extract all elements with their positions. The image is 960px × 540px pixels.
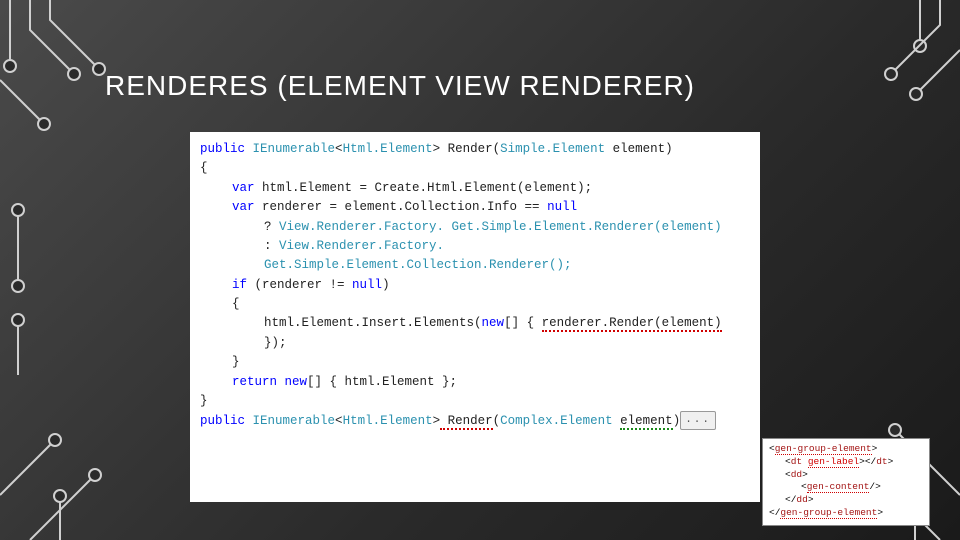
collapse-toggle[interactable]: ... bbox=[680, 411, 716, 430]
snippet-line: </gen-group-element> bbox=[769, 507, 923, 520]
circuit-decoration bbox=[840, 0, 960, 150]
slide-title: RENDERES (ELEMENT VIEW RENDERER) bbox=[105, 70, 695, 102]
code-line: html.Element.Insert.Elements(new[] { ren… bbox=[200, 314, 750, 353]
circuit-decoration bbox=[0, 200, 60, 380]
snippet-line: </dd> bbox=[769, 494, 923, 507]
code-line: public IEnumerable<Html.Element> Render(… bbox=[200, 411, 750, 431]
code-line: : View.Renderer.Factory. Get.Simple.Elem… bbox=[200, 237, 750, 276]
snippet-line: <dd> bbox=[769, 469, 923, 482]
code-line: ? View.Renderer.Factory. Get.Simple.Elem… bbox=[200, 218, 750, 237]
code-line: if (renderer != null) bbox=[200, 276, 750, 295]
code-line: } bbox=[200, 392, 750, 411]
circuit-decoration bbox=[0, 420, 140, 540]
snippet-line: <gen-group-element> bbox=[769, 443, 923, 456]
code-line: { bbox=[200, 159, 750, 178]
code-line: return new[] { html.Element }; bbox=[200, 373, 750, 392]
snippet-line: <dt gen-label></dt> bbox=[769, 456, 923, 469]
code-line: public IEnumerable<Html.Element> Render(… bbox=[200, 140, 750, 159]
code-line: var renderer = element.Collection.Info =… bbox=[200, 198, 750, 217]
code-line: var html.Element = Create.Html.Element(e… bbox=[200, 179, 750, 198]
code-line: } bbox=[200, 353, 750, 372]
snippet-line: <gen-content/> bbox=[769, 481, 923, 494]
circuit-decoration bbox=[0, 0, 120, 180]
code-line: { bbox=[200, 295, 750, 314]
code-snippet-xml: <gen-group-element> <dt gen-label></dt> … bbox=[762, 438, 930, 526]
code-block-main: public IEnumerable<Html.Element> Render(… bbox=[190, 132, 760, 502]
